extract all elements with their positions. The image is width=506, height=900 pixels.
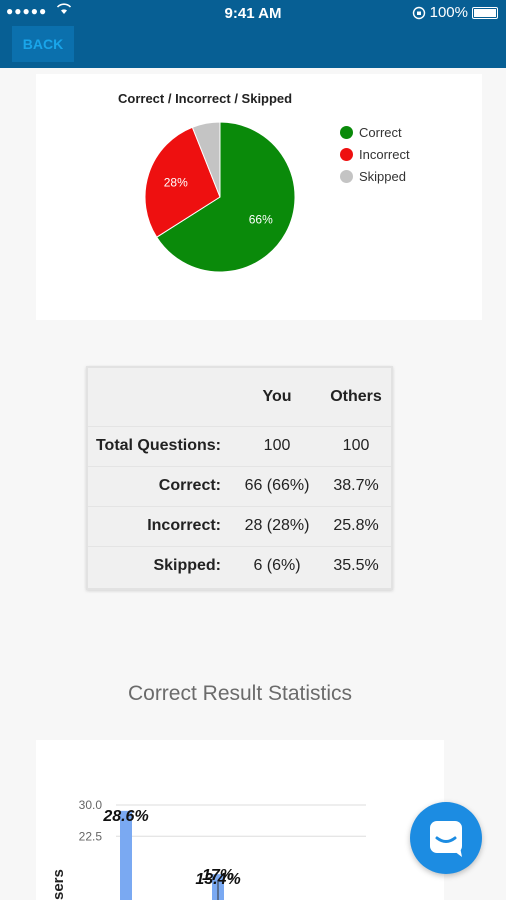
table-row: Skipped: 6 (6%) 35.5% bbox=[88, 546, 391, 586]
legend-label: Skipped bbox=[359, 168, 406, 184]
row-label: Correct: bbox=[88, 466, 233, 507]
section-heading: Correct Result Statistics bbox=[127, 682, 353, 705]
pie-slice-incorrect bbox=[144, 126, 221, 238]
pie-chart: 66% 28% bbox=[144, 121, 296, 273]
table-row: Incorrect: 28 (28%) 25.8% bbox=[88, 506, 391, 547]
pie-chart-card: Correct / Incorrect / Skipped 66% 28% Cor… bbox=[36, 74, 482, 320]
nav-bar: BACK bbox=[0, 26, 506, 68]
status-bar: ●●●●● 9:41 AM 100% bbox=[0, 0, 506, 26]
you-value: 66 (66%) bbox=[233, 466, 322, 507]
row-label: Skipped: bbox=[153, 557, 221, 575]
legend-swatch-icon bbox=[340, 125, 353, 139]
battery-percent: 100% bbox=[429, 4, 468, 21]
results-table: You Others Total Questions: 100 100 Corr… bbox=[86, 366, 393, 590]
table-header: You bbox=[233, 368, 322, 427]
you-value: 100 bbox=[233, 426, 322, 467]
battery-status: 100% bbox=[412, 4, 498, 21]
pie-slice-skipped bbox=[191, 121, 221, 198]
y-axis-label: sers bbox=[50, 869, 67, 900]
others-value: 38.7% bbox=[321, 466, 391, 507]
bar-data-label: 28.6% bbox=[102, 808, 148, 825]
pie-slice-label: 28% bbox=[164, 176, 188, 190]
back-button[interactable]: BACK bbox=[12, 26, 74, 62]
you-value: 6 (6%) bbox=[253, 557, 301, 575]
others-value: 25.8% bbox=[321, 506, 391, 547]
table-row: Total Questions: 100 100 bbox=[88, 426, 391, 467]
chat-button[interactable] bbox=[410, 802, 482, 874]
legend-label: Incorrect bbox=[359, 146, 410, 162]
row-label: Incorrect: bbox=[88, 506, 233, 547]
legend-item-incorrect: Incorrect bbox=[340, 143, 410, 165]
pie-slice-label: 66% bbox=[249, 212, 273, 226]
legend-item-correct: Correct bbox=[340, 121, 410, 143]
others-value: 100 bbox=[321, 426, 391, 467]
y-tick-label: 22.5 bbox=[79, 829, 103, 843]
table-header-row: You Others bbox=[88, 368, 391, 427]
table-header bbox=[88, 368, 233, 427]
chat-icon bbox=[430, 821, 462, 857]
bar-chart-card: 30.0 22.5 sers 28.6% 13.4% 17% bbox=[36, 740, 444, 900]
legend-swatch-icon bbox=[340, 147, 353, 161]
row-label: Total Questions: bbox=[88, 426, 233, 467]
table-header: Others bbox=[321, 368, 391, 427]
pie-chart-title: Correct / Incorrect / Skipped bbox=[118, 91, 293, 106]
legend-item-skipped: Skipped bbox=[340, 165, 410, 187]
legend-swatch-icon bbox=[340, 169, 353, 183]
bar-chart: 30.022.5sers28.6%13.4%17% bbox=[50, 798, 366, 900]
pie-slice-correct bbox=[155, 121, 296, 273]
annotation-label: 17% bbox=[202, 867, 234, 884]
battery-icon bbox=[472, 6, 498, 19]
you-value: 28 (28%) bbox=[233, 506, 322, 547]
orientation-lock-icon bbox=[412, 6, 425, 19]
y-tick-label: 30.0 bbox=[79, 798, 103, 812]
others-value: 35.5% bbox=[333, 557, 379, 575]
table-row: Correct: 66 (66%) 38.7% bbox=[88, 466, 391, 507]
pie-legend: Correct Incorrect Skipped bbox=[340, 121, 410, 187]
legend-label: Correct bbox=[359, 124, 402, 140]
